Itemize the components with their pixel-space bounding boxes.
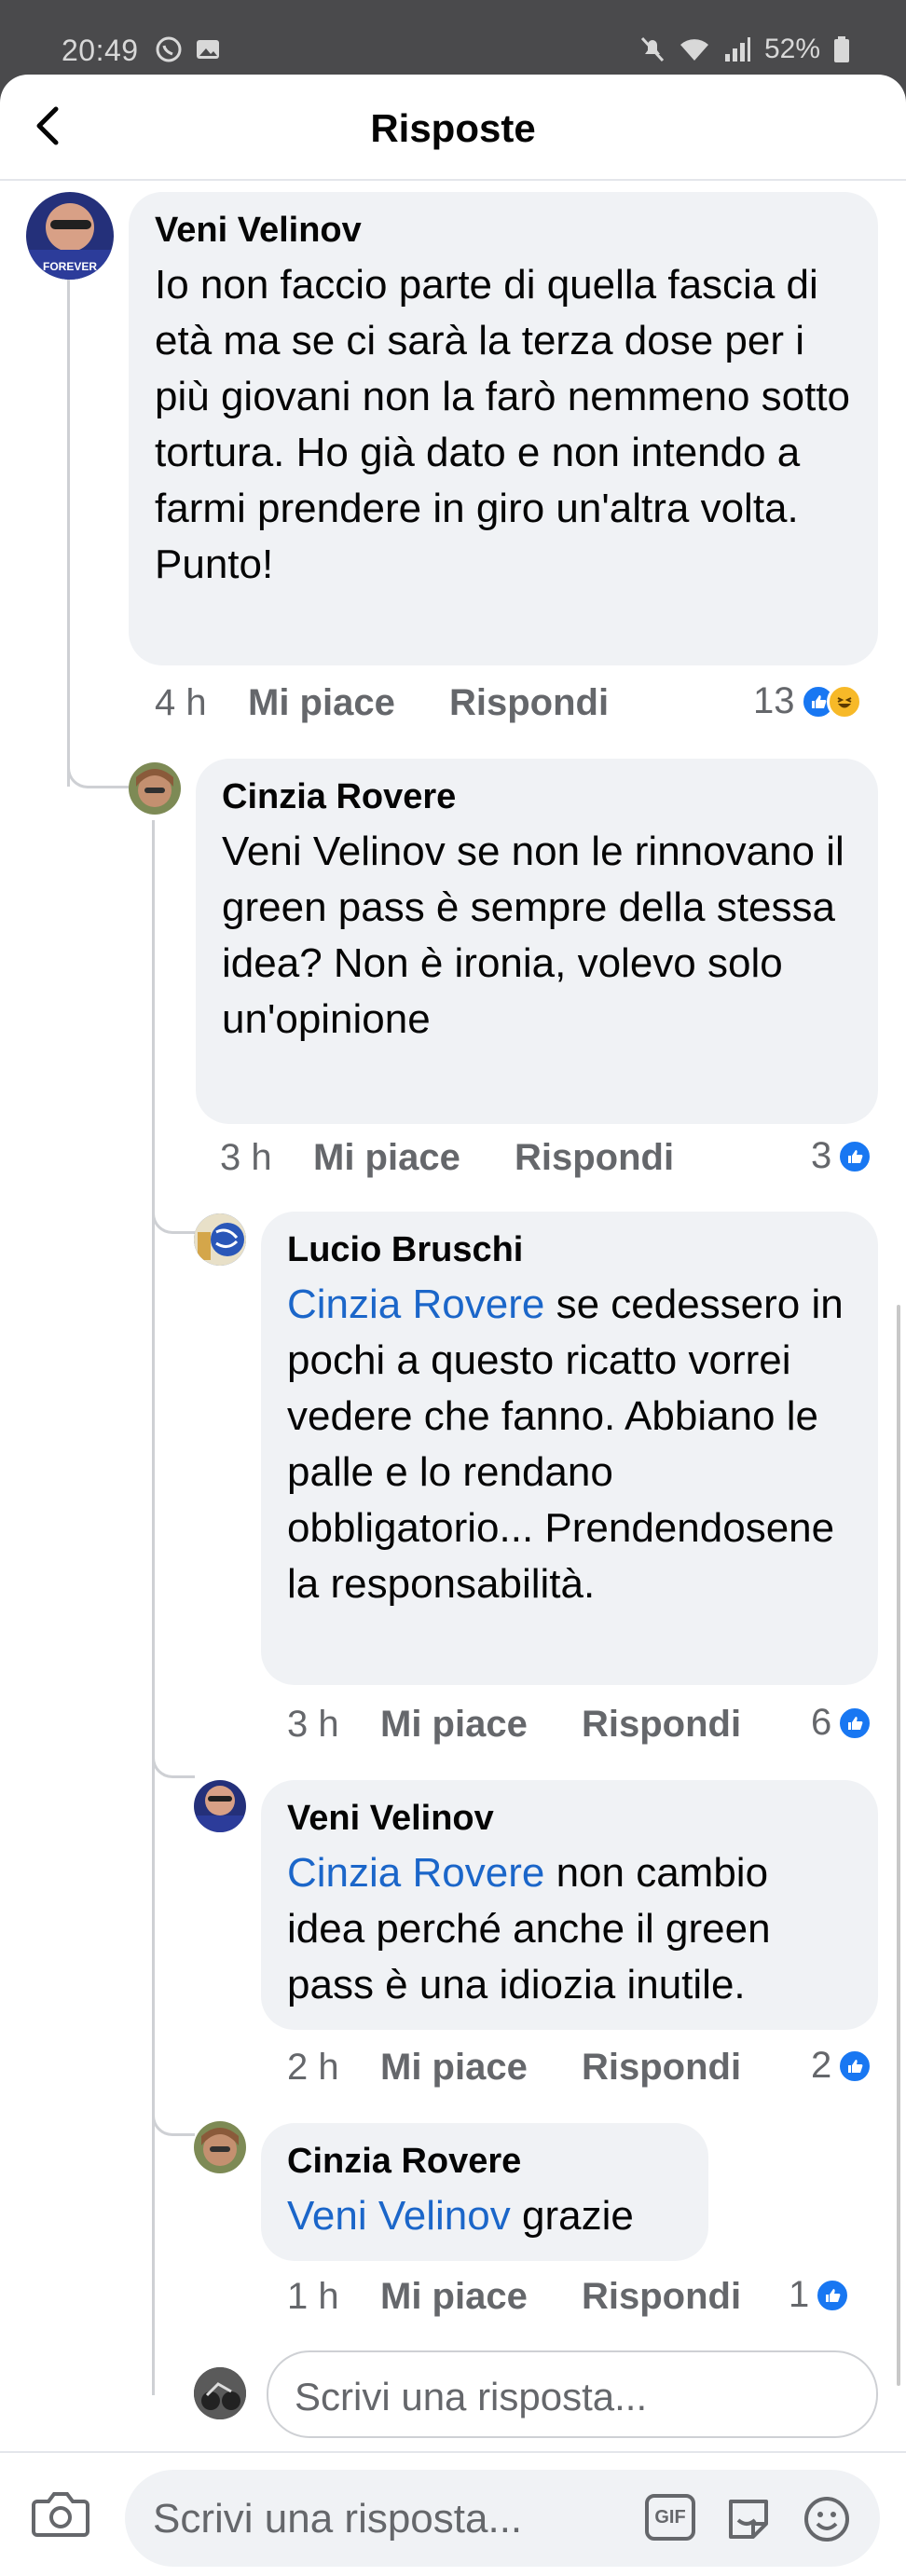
status-right: 52% bbox=[639, 34, 850, 65]
reaction-count: 3 bbox=[811, 1135, 832, 1176]
battery-icon bbox=[834, 36, 849, 62]
mention-link[interactable]: Cinzia Rovere bbox=[287, 1281, 544, 1327]
thread-line bbox=[152, 1737, 195, 1778]
header: Risposte bbox=[0, 75, 906, 181]
avatar[interactable] bbox=[194, 1213, 246, 1266]
like-reaction-icon bbox=[837, 1138, 873, 1174]
like-reaction-icon bbox=[837, 2048, 873, 2084]
thread-line bbox=[67, 746, 129, 788]
page-title: Risposte bbox=[370, 106, 536, 150]
reaction-summary[interactable]: 6 bbox=[811, 1702, 873, 1744]
reply-button[interactable]: Rispondi bbox=[449, 682, 609, 724]
reaction-count: 1 bbox=[789, 2274, 810, 2315]
comment-text-body: grazie bbox=[510, 2193, 634, 2239]
comment-input-placeholder: Scrivi una risposta... bbox=[153, 2496, 523, 2542]
comment-time: 3 h bbox=[287, 1704, 339, 1745]
emoji-button[interactable] bbox=[802, 2494, 852, 2555]
reply-button[interactable]: Rispondi bbox=[582, 2047, 741, 2089]
status-notification-icons bbox=[155, 35, 222, 63]
like-reaction-icon bbox=[837, 1705, 873, 1741]
comment-author[interactable]: Veni Velinov bbox=[287, 1797, 852, 1840]
comment-time: 4 h bbox=[155, 682, 207, 723]
bottom-composer-bar: Scrivi una risposta... GIF bbox=[0, 2451, 906, 2576]
status-bar: 20:49 52% bbox=[0, 0, 906, 76]
thread-line bbox=[152, 820, 155, 2395]
reply-input-placeholder: Scrivi una risposta... bbox=[295, 2375, 648, 2418]
like-button[interactable]: Mi piace bbox=[248, 682, 449, 724]
comment-text: Veni Velinov grazie bbox=[287, 2188, 682, 2244]
camera-icon bbox=[32, 2492, 89, 2537]
whatsapp-icon bbox=[156, 36, 182, 62]
reaction-count: 13 bbox=[753, 680, 795, 721]
like-reaction-icon bbox=[815, 2277, 851, 2313]
comment-author[interactable]: Cinzia Rovere bbox=[222, 775, 852, 818]
comment-text: Cinzia Rovere non cambio idea perché anc… bbox=[287, 1845, 852, 2013]
mention-link[interactable]: Cinzia Rovere bbox=[287, 1850, 544, 1896]
gallery-icon bbox=[197, 40, 219, 59]
reaction-count: 2 bbox=[811, 2045, 832, 2086]
like-button[interactable]: Mi piace bbox=[380, 1704, 582, 1746]
sticker-icon bbox=[729, 2500, 768, 2539]
reply-button[interactable]: Rispondi bbox=[582, 2276, 741, 2318]
mute-icon bbox=[640, 36, 665, 62]
comment-text: Io non faccio parte di quella fascia di … bbox=[155, 262, 851, 587]
comment-text-body: se cedessero in pochi a questo ricatto v… bbox=[287, 1281, 844, 1607]
battery-percent: 52% bbox=[763, 34, 820, 64]
comment-bubble[interactable]: Cinzia Rovere Veni Velinov se non le rin… bbox=[196, 759, 878, 1124]
comment-bubble[interactable]: Lucio Bruschi Cinzia Rovere se cedessero… bbox=[261, 1212, 878, 1685]
like-button[interactable]: Mi piace bbox=[313, 1137, 515, 1179]
reply-button[interactable]: Rispondi bbox=[515, 1137, 674, 1179]
avatar[interactable] bbox=[129, 762, 181, 815]
comment-author[interactable]: Veni Velinov bbox=[155, 209, 852, 252]
thread-line bbox=[152, 2095, 195, 2136]
reaction-count: 6 bbox=[811, 1702, 832, 1743]
like-button[interactable]: Mi piace bbox=[380, 2047, 582, 2089]
haha-reaction-icon bbox=[826, 683, 862, 719]
thread-line bbox=[67, 244, 70, 787]
comment-text: Cinzia Rovere se cedessero in pochi a qu… bbox=[287, 1277, 852, 1612]
avatar[interactable] bbox=[194, 1780, 246, 1832]
scrollbar[interactable] bbox=[897, 1305, 900, 2386]
reaction-summary[interactable]: 2 bbox=[811, 2045, 873, 2087]
comment-author[interactable]: Lucio Bruschi bbox=[287, 1228, 852, 1271]
reply-input[interactable]: Scrivi una risposta... bbox=[267, 2350, 878, 2438]
gif-icon: GIF bbox=[654, 2506, 686, 2528]
emoji-icon bbox=[804, 2497, 849, 2542]
comment-author[interactable]: Cinzia Rovere bbox=[287, 2140, 682, 2183]
comment-bubble[interactable]: Cinzia Rovere Veni Velinov grazie bbox=[261, 2123, 708, 2261]
comment-bubble[interactable]: Veni Velinov Io non faccio parte di quel… bbox=[129, 192, 878, 665]
comment-actions: 4 h Mi piace Rispondi bbox=[155, 682, 609, 724]
comment-text: Veni Velinov se non le rinnovano il gree… bbox=[222, 829, 844, 1042]
reply-button[interactable]: Rispondi bbox=[582, 1704, 741, 1746]
mention-link[interactable]: Veni Velinov bbox=[287, 2193, 511, 2239]
composer-icons: GIF bbox=[645, 2494, 852, 2555]
camera-button[interactable] bbox=[32, 2488, 89, 2543]
like-button[interactable]: Mi piace bbox=[380, 2276, 582, 2318]
comment-actions: 3 h Mi piace Rispondi bbox=[287, 1704, 741, 1746]
wifi-icon bbox=[680, 39, 708, 61]
comment-time: 2 h bbox=[287, 2047, 339, 2088]
gif-button[interactable]: GIF bbox=[645, 2494, 695, 2541]
comment-actions: 1 h Mi piace Rispondi bbox=[287, 2276, 741, 2318]
sticker-button[interactable] bbox=[723, 2494, 774, 2555]
avatar[interactable] bbox=[194, 2121, 246, 2173]
signal-icon bbox=[724, 37, 750, 62]
svg-text:FOREVER: FOREVER bbox=[43, 260, 97, 273]
comment-actions: 3 h Mi piace Rispondi bbox=[220, 1137, 674, 1179]
reaction-summary[interactable]: 1 bbox=[789, 2274, 851, 2316]
comment-time: 3 h bbox=[220, 1137, 272, 1178]
avatar[interactable]: FOREVER bbox=[26, 192, 114, 280]
comment-bubble[interactable]: Veni Velinov Cinzia Rovere non cambio id… bbox=[261, 1780, 878, 2030]
thread-line bbox=[152, 1193, 195, 1234]
reaction-summary[interactable]: 13 bbox=[753, 680, 862, 722]
comment-input[interactable]: Scrivi una risposta... GIF bbox=[125, 2470, 880, 2567]
status-time: 20:49 bbox=[62, 34, 139, 67]
current-user-avatar bbox=[194, 2367, 246, 2419]
reaction-summary[interactable]: 3 bbox=[811, 1135, 873, 1177]
comment-time: 1 h bbox=[287, 2276, 339, 2317]
comment-actions: 2 h Mi piace Rispondi bbox=[287, 2047, 741, 2089]
